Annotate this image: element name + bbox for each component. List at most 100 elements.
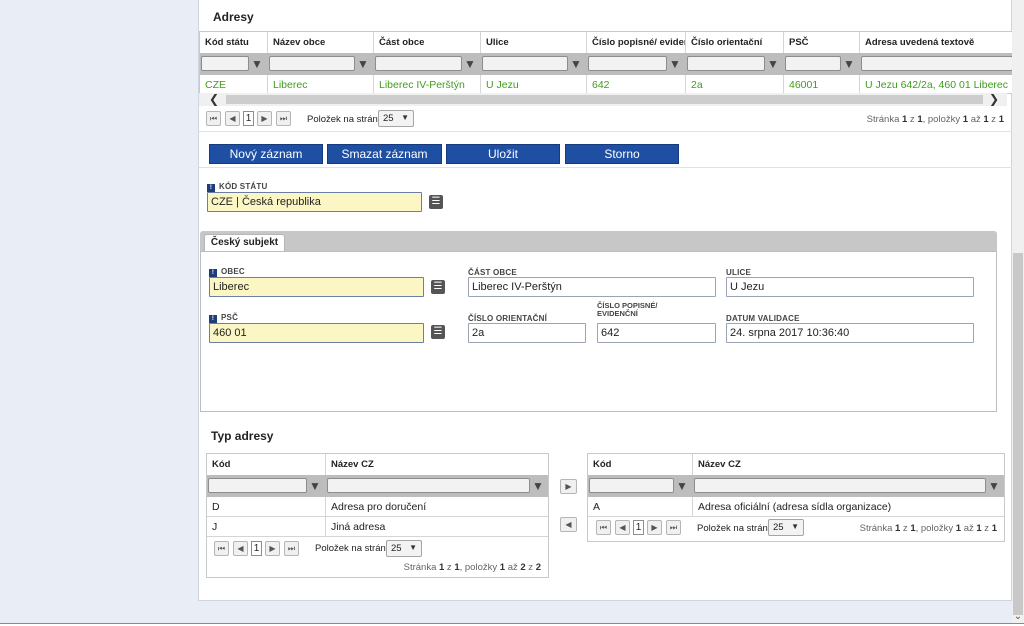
scroll-left-icon[interactable]: ❮ (209, 92, 219, 106)
delete-record-button[interactable]: Smazat záznam (327, 144, 442, 164)
next-page-icon[interactable]: ▶ (265, 541, 280, 556)
required-icon: ! (209, 269, 217, 277)
obec-label: ! Obec (209, 267, 245, 277)
psc-label: ! PSČ (209, 313, 238, 323)
scroll-down-icon[interactable]: ⌄ (1012, 612, 1024, 622)
required-icon: ! (207, 184, 215, 192)
cancel-button[interactable]: Storno (565, 144, 679, 164)
per-page-label: Položek na stránku (697, 523, 778, 534)
filter-input-psc[interactable] (785, 56, 841, 71)
column-header-nazev-cz[interactable]: Název CZ (693, 454, 1004, 475)
next-page-icon[interactable]: ▶ (647, 520, 662, 535)
filter-icon[interactable]: ▼ (988, 479, 1000, 493)
divider (199, 167, 1012, 168)
filter-icon[interactable]: ▼ (570, 57, 582, 71)
obec-field[interactable]: Liberec (209, 277, 424, 297)
filter-input-cislo-orientacni[interactable] (687, 56, 765, 71)
filter-input-kod-statu[interactable] (201, 56, 249, 71)
prev-page-icon[interactable]: ◀ (225, 111, 240, 126)
filter-input-nazev-cz[interactable] (327, 478, 530, 493)
column-header-cislo-popisne[interactable]: Číslo popisné/ evidenční (587, 32, 686, 53)
first-page-icon[interactable]: ⏮ (206, 111, 221, 126)
move-right-icon[interactable]: ▶ (560, 479, 577, 494)
move-left-icon[interactable]: ◀ (560, 517, 577, 532)
filter-icon[interactable]: ▼ (357, 57, 369, 71)
chevron-down-icon: ▼ (401, 113, 409, 122)
kod-statu-field[interactable]: CZE | Česká republika (207, 192, 422, 212)
next-page-icon[interactable]: ▶ (257, 111, 272, 126)
cast-obce-label: Část obce (468, 268, 517, 277)
column-header-cislo-orientacni[interactable]: Číslo orientační (686, 32, 784, 53)
prev-page-icon[interactable]: ◀ (233, 541, 248, 556)
horizontal-scroll-thumb[interactable] (226, 95, 983, 104)
column-header-cast-obce[interactable]: Část obce (374, 32, 481, 53)
tab-cesky-subjekt[interactable]: Český subjekt (204, 234, 285, 252)
column-header-psc[interactable]: PSČ (784, 32, 860, 53)
filter-icon[interactable]: ▼ (843, 57, 855, 71)
cast-obce-field[interactable]: Liberec IV-Perštýn (468, 277, 716, 297)
filter-icon[interactable]: ▼ (309, 479, 321, 493)
pager-info: Stránka 1 z 1, položky 1 až 2 z 2 (403, 562, 541, 573)
filter-input-ulice[interactable] (482, 56, 568, 71)
vertical-scroll-thumb[interactable] (1013, 253, 1023, 615)
datum-validace-field[interactable]: 24. srpna 2017 10:36:40 (726, 323, 974, 343)
column-header-adresa-textove[interactable]: Adresa uvedená textově (860, 32, 1013, 53)
filter-icon[interactable]: ▼ (464, 57, 476, 71)
last-page-icon[interactable]: ⏭ (666, 520, 681, 535)
cislo-orientacni-label: Číslo orientační (468, 314, 548, 323)
cislo-popisne-field[interactable]: 642 (597, 323, 716, 343)
per-page-select[interactable]: 25 ▼ (768, 519, 804, 536)
filter-icon[interactable]: ▼ (251, 57, 263, 71)
filter-input-adresa-textove[interactable] (861, 56, 1013, 71)
column-header-kod[interactable]: Kód (207, 454, 326, 475)
list-icon[interactable]: ☰ (431, 280, 445, 294)
filter-input-cislo-popisne[interactable] (588, 56, 667, 71)
chevron-down-icon: ▼ (791, 522, 799, 531)
section-title-adresy: Adresy (213, 10, 254, 24)
per-page-label: Položek na stránku (315, 543, 396, 554)
last-page-icon[interactable]: ⏭ (276, 111, 291, 126)
filter-icon[interactable]: ▼ (669, 57, 681, 71)
list-icon[interactable]: ☰ (429, 195, 443, 209)
column-header-ulice[interactable]: Ulice (481, 32, 587, 53)
filter-row: ▼ ▼ (207, 475, 548, 497)
prev-page-icon[interactable]: ◀ (615, 520, 630, 535)
new-record-button[interactable]: Nový záznam (209, 144, 323, 164)
filter-input-nazev-obce[interactable] (269, 56, 355, 71)
cislo-orientacni-field[interactable]: 2a (468, 323, 586, 343)
page-number[interactable]: 1 (633, 520, 644, 535)
filter-input-nazev-cz[interactable] (694, 478, 986, 493)
filter-row: ▼ ▼ (588, 475, 1004, 497)
vertical-scrollbar[interactable]: ⌄ (1012, 0, 1024, 623)
save-button[interactable]: Uložit (446, 144, 560, 164)
filter-input-kod[interactable] (208, 478, 307, 493)
column-header-kod-statu[interactable]: Kód státu (200, 32, 268, 53)
last-page-icon[interactable]: ⏭ (284, 541, 299, 556)
adresy-grid: Kód státu Název obce Část obce Ulice Čís… (199, 31, 1013, 94)
row-divider (207, 536, 548, 537)
row-divider (588, 516, 1004, 517)
first-page-icon[interactable]: ⏮ (214, 541, 229, 556)
column-header-kod[interactable]: Kód (588, 454, 693, 475)
filter-icon[interactable]: ▼ (532, 479, 544, 493)
list-icon[interactable]: ☰ (431, 325, 445, 339)
ulice-field[interactable]: U Jezu (726, 277, 974, 297)
filter-icon[interactable]: ▼ (767, 57, 779, 71)
psc-field[interactable]: 460 01 (209, 323, 424, 343)
filter-icon[interactable]: ▼ (676, 479, 688, 493)
filter-input-cast-obce[interactable] (375, 56, 462, 71)
horizontal-scrollbar[interactable]: ❮ ❯ (199, 92, 1007, 106)
section-title-typ-adresy: Typ adresy (211, 429, 274, 443)
page-number[interactable]: 1 (251, 541, 262, 556)
per-page-select[interactable]: 25 ▼ (378, 110, 414, 127)
divider (199, 131, 1012, 132)
per-page-select[interactable]: 25 ▼ (386, 540, 422, 557)
column-header-nazev-obce[interactable]: Název obce (268, 32, 374, 53)
first-page-icon[interactable]: ⏮ (596, 520, 611, 535)
filter-input-kod[interactable] (589, 478, 674, 493)
column-header-nazev-cz[interactable]: Název CZ (326, 454, 548, 475)
scroll-right-icon[interactable]: ❯ (989, 92, 999, 106)
typ-adresy-available-grid: Kód Název CZ ▼ ▼ D Adresa pro doručení J… (206, 453, 549, 578)
datum-validace-label: Datum validace (726, 314, 800, 323)
page-number[interactable]: 1 (243, 111, 254, 126)
